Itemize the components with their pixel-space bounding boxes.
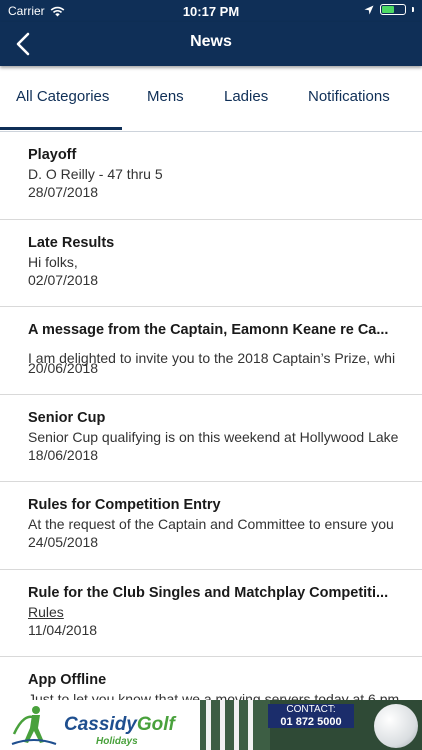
news-item[interactable]: Rule for the Club Singles and Matchplay … <box>0 570 422 657</box>
news-list: Playoff D. O Reilly - 47 thru 5 28/07/20… <box>0 132 422 700</box>
news-date: 02/07/2018 <box>28 271 99 288</box>
news-item[interactable]: Playoff D. O Reilly - 47 thru 5 28/07/20… <box>0 132 422 220</box>
fence-posts-graphic <box>200 700 270 750</box>
news-snippet: Senior Cup qualifying is on this weekend… <box>28 428 399 445</box>
news-item[interactable]: A message from the Captain, Eamonn Keane… <box>0 307 422 395</box>
news-title: Late Results <box>28 234 115 251</box>
banner-brand-panel: CassidyGolf Holidays <box>0 700 200 750</box>
news-date: 18/06/2018 <box>28 446 99 463</box>
nav-bar: News <box>0 22 422 66</box>
category-tabs: All Categories Mens Ladies Notifications <box>0 66 422 132</box>
golfer-logo-icon <box>11 706 57 745</box>
news-title: Senior Cup <box>28 409 106 426</box>
battery-fill <box>382 6 395 13</box>
tab-ladies[interactable]: Ladies <box>224 88 268 105</box>
status-time: 10:17 PM <box>182 4 240 19</box>
tab-notifications[interactable]: Notifications <box>308 88 390 105</box>
banner-subtitle: Holidays <box>96 736 138 747</box>
news-snippet: Hi folks, <box>28 253 78 270</box>
banner-brand-part2: Golf <box>136 714 175 735</box>
news-snippet: At the request of the Captain and Commit… <box>28 516 394 532</box>
news-item[interactable]: Senior Cup Senior Cup qualifying is on t… <box>0 395 422 482</box>
news-snippet: Just to let you know that we a moving se… <box>28 691 400 700</box>
news-item[interactable]: Rules for Competition Entry At the reque… <box>0 482 422 570</box>
news-title: Playoff <box>28 147 77 163</box>
banner-brand: CassidyGolf <box>64 714 175 736</box>
tab-all-categories[interactable]: All Categories <box>16 88 109 105</box>
banner-contact-phone: 01 872 5000 <box>280 716 342 728</box>
news-date: 11/04/2018 <box>28 621 98 638</box>
battery-tip <box>412 7 414 12</box>
news-item[interactable]: Late Results Hi folks, 02/07/2018 <box>0 220 422 307</box>
banner-brand-part1: Cassidy <box>64 714 137 735</box>
banner-contact-box: CONTACT: 01 872 5000 <box>268 704 354 728</box>
news-title: Rule for the Club Singles and Matchplay … <box>28 584 389 601</box>
banner-photo-panel: CONTACT: 01 872 5000 <box>200 700 422 750</box>
news-title: A message from the Captain, Eamonn Keane… <box>28 322 389 338</box>
tab-mens[interactable]: Mens <box>147 88 184 105</box>
battery-icon <box>380 4 406 15</box>
active-tab-indicator <box>0 127 122 130</box>
news-date: 24/05/2018 <box>28 534 99 550</box>
news-date: 28/07/2018 <box>28 184 99 200</box>
news-snippet: D. O Reilly - 47 thru 5 <box>28 166 163 182</box>
golf-ball-icon <box>374 704 418 748</box>
status-bar: Carrier 10:17 PM <box>0 0 422 22</box>
location-arrow-icon <box>364 5 374 14</box>
news-snippet-link[interactable]: Rules <box>28 603 402 621</box>
banner-contact-label: CONTACT: <box>286 704 336 715</box>
news-title: App Offline <box>28 672 107 688</box>
news-item[interactable]: App Offline Just to let you know that we… <box>0 657 422 700</box>
news-title: Rules for Competition Entry <box>28 497 221 513</box>
page-title: News <box>190 33 232 50</box>
ad-banner[interactable]: CassidyGolf Holidays CONTACT: 01 872 500… <box>0 700 422 750</box>
